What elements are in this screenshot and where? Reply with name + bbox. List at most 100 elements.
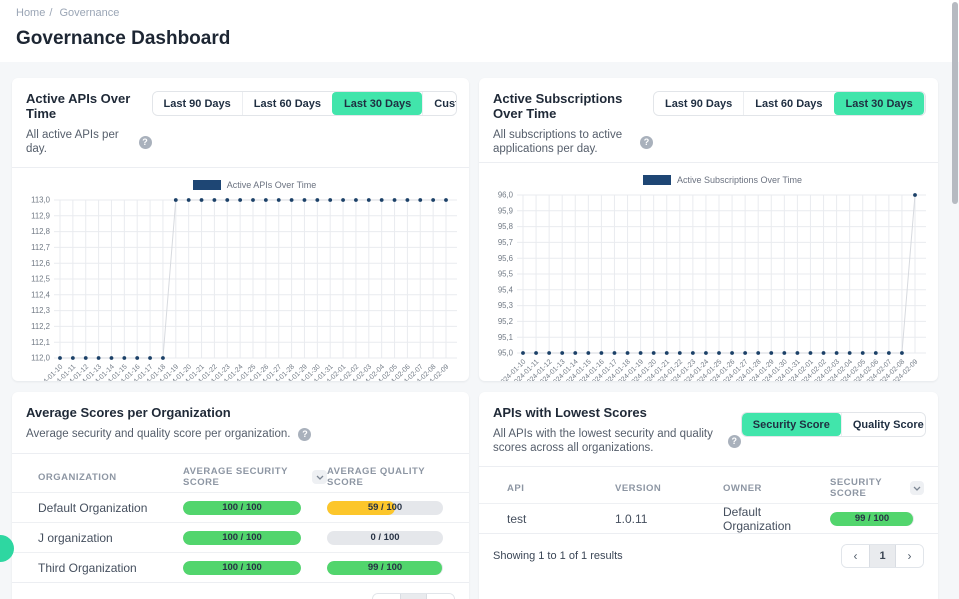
range-button-last-60-days[interactable]: Last 60 Days	[743, 92, 833, 115]
api-version: 1.0.11	[615, 512, 723, 526]
page-title: Governance Dashboard	[16, 28, 943, 50]
range-button-custom[interactable]: Custom	[422, 92, 457, 115]
svg-text:112,5: 112,5	[31, 275, 51, 284]
table-header-row: API VERSION OWNER SECURITY SCORE	[479, 473, 938, 503]
panel-active-subscriptions: Active Subscriptions Over Time All subsc…	[479, 78, 938, 381]
next-page-button[interactable]: ›	[896, 545, 923, 567]
chart-legend: Active Subscriptions Over Time	[515, 175, 930, 185]
organization-name: J organization	[38, 531, 183, 545]
help-icon[interactable]: ?	[640, 136, 653, 149]
svg-text:95,4: 95,4	[498, 285, 514, 294]
column-header-security-score: SECURITY SCORE	[830, 477, 905, 499]
svg-text:112,0: 112,0	[31, 354, 51, 363]
help-icon[interactable]: ?	[139, 136, 152, 149]
svg-text:95,9: 95,9	[498, 206, 513, 215]
panel-lowest-scores-header: APIs with Lowest Scores All APIs with th…	[479, 392, 938, 455]
chevron-down-icon	[316, 475, 324, 480]
panel-active-subscriptions-header: Active Subscriptions Over Time All subsc…	[479, 78, 938, 156]
svg-text:96,0: 96,0	[498, 191, 514, 200]
panel-title: APIs with Lowest Scores	[493, 405, 741, 420]
time-range-group: Last 90 Days Last 60 Days Last 30 Days C…	[152, 91, 458, 116]
quality-score-pill: 59 / 100	[327, 501, 443, 515]
legend-swatch-icon	[193, 180, 221, 190]
pagination: ‹ 1 ›	[372, 593, 455, 599]
score-toggle-group: Security Score Quality Score	[741, 412, 926, 437]
top-header: Home/ Governance Governance Dashboard	[0, 0, 959, 62]
sort-button[interactable]	[312, 470, 327, 484]
legend-label: Active Subscriptions Over Time	[677, 175, 802, 185]
svg-text:112,7: 112,7	[31, 243, 50, 252]
range-button-custom[interactable]: Custom	[924, 92, 926, 115]
column-header-organization: ORGANIZATION	[38, 472, 183, 483]
panel-title: Active APIs Over Time	[26, 91, 152, 121]
panel-subtitle: Average security and quality score per o…	[26, 427, 290, 441]
breadcrumb-governance: Governance	[59, 7, 119, 19]
next-page-button[interactable]: ›	[427, 594, 454, 599]
quality-score-pill: 0 / 100	[327, 531, 443, 545]
panel-active-apis: Active APIs Over Time All active APIs pe…	[12, 78, 469, 381]
panel-subtitle: All APIs with the lowest security and qu…	[493, 427, 720, 455]
svg-text:95,3: 95,3	[498, 301, 513, 310]
svg-text:95,0: 95,0	[498, 349, 514, 358]
range-button-last-30-days[interactable]: Last 30 Days	[834, 92, 924, 115]
range-button-last-90-days[interactable]: Last 90 Days	[153, 92, 242, 115]
api-owner: Default Organization	[723, 505, 830, 533]
column-header-version: VERSION	[615, 483, 723, 494]
legend-swatch-icon	[643, 175, 671, 185]
svg-text:112,2: 112,2	[31, 322, 50, 331]
panel-average-scores-header: Average Scores per Organization Average …	[12, 392, 469, 441]
table-row[interactable]: test 1.0.11 Default Organization 99 / 10…	[479, 503, 938, 533]
prev-page-button[interactable]: ‹	[842, 545, 869, 567]
table-row[interactable]: Default Organization 100 / 100 59 / 100	[12, 492, 469, 522]
divider	[12, 453, 469, 454]
table-footer: Showing 1 to 3 of 3 results ‹ 1 ›	[12, 583, 469, 599]
svg-text:113,0: 113,0	[31, 196, 51, 205]
svg-text:95,1: 95,1	[498, 333, 513, 342]
range-button-last-60-days[interactable]: Last 60 Days	[242, 92, 332, 115]
panel-title: Active Subscriptions Over Time	[493, 91, 653, 121]
organization-name: Third Organization	[38, 561, 183, 575]
prev-page-button[interactable]: ‹	[373, 594, 400, 599]
security-score-pill: 100 / 100	[183, 561, 301, 575]
organization-name: Default Organization	[38, 501, 183, 515]
sort-button[interactable]	[910, 481, 924, 495]
table-row[interactable]: J organization 100 / 100 0 / 100	[12, 522, 469, 552]
table-footer: Showing 1 to 1 of 1 results ‹ 1 ›	[479, 534, 938, 568]
breadcrumb: Home/ Governance	[16, 7, 943, 19]
panel-active-apis-header: Active APIs Over Time All active APIs pe…	[12, 78, 469, 156]
chevron-down-icon	[913, 486, 921, 491]
column-header-api: API	[507, 483, 615, 494]
svg-text:95,7: 95,7	[498, 238, 513, 247]
svg-text:112,4: 112,4	[31, 290, 51, 299]
svg-text:112,8: 112,8	[31, 227, 50, 236]
table-header-row: ORGANIZATION AVERAGE SECURITY SCORE AVER…	[12, 462, 469, 492]
svg-text:95,8: 95,8	[498, 222, 513, 231]
page-number[interactable]: 1	[869, 545, 896, 567]
column-header-owner: OWNER	[723, 483, 830, 494]
svg-text:95,2: 95,2	[498, 317, 513, 326]
range-button-last-30-days[interactable]: Last 30 Days	[332, 92, 422, 115]
quality-score-pill: 99 / 100	[327, 561, 443, 575]
security-score-pill: 100 / 100	[183, 531, 301, 545]
svg-text:95,6: 95,6	[498, 254, 513, 263]
breadcrumb-home[interactable]: Home	[16, 7, 45, 19]
panel-average-scores: Average Scores per Organization Average …	[12, 392, 469, 599]
page-number[interactable]: 1	[400, 594, 427, 599]
help-icon[interactable]: ?	[298, 428, 311, 441]
divider	[479, 466, 938, 467]
svg-text:95,5: 95,5	[498, 270, 514, 279]
active-subscriptions-chart: 96,0 95,9 95,8 95,7 95,6 95,5 95,4 95,3 95,2 95,1…	[485, 187, 930, 381]
security-score-pill: 99 / 100	[830, 512, 914, 526]
column-header-average-quality-score: AVERAGE QUALITY SCORE	[327, 466, 455, 488]
panel-subtitle: All subscriptions to active applications…	[493, 128, 632, 156]
toggle-quality-score[interactable]: Quality Score	[841, 413, 926, 436]
time-range-group: Last 90 Days Last 60 Days Last 30 Days C…	[653, 91, 926, 116]
toggle-security-score[interactable]: Security Score	[742, 413, 841, 436]
range-button-last-90-days[interactable]: Last 90 Days	[654, 92, 743, 115]
governance-dashboard-page: Home/ Governance Governance Dashboard Ac…	[0, 0, 959, 599]
table-row[interactable]: Third Organization 100 / 100 99 / 100	[12, 552, 469, 582]
scrollbar-thumb[interactable]	[952, 2, 958, 204]
panel-title: Average Scores per Organization	[26, 405, 311, 420]
help-icon[interactable]: ?	[728, 435, 741, 448]
results-count: Showing 1 to 1 of 1 results	[493, 550, 623, 562]
